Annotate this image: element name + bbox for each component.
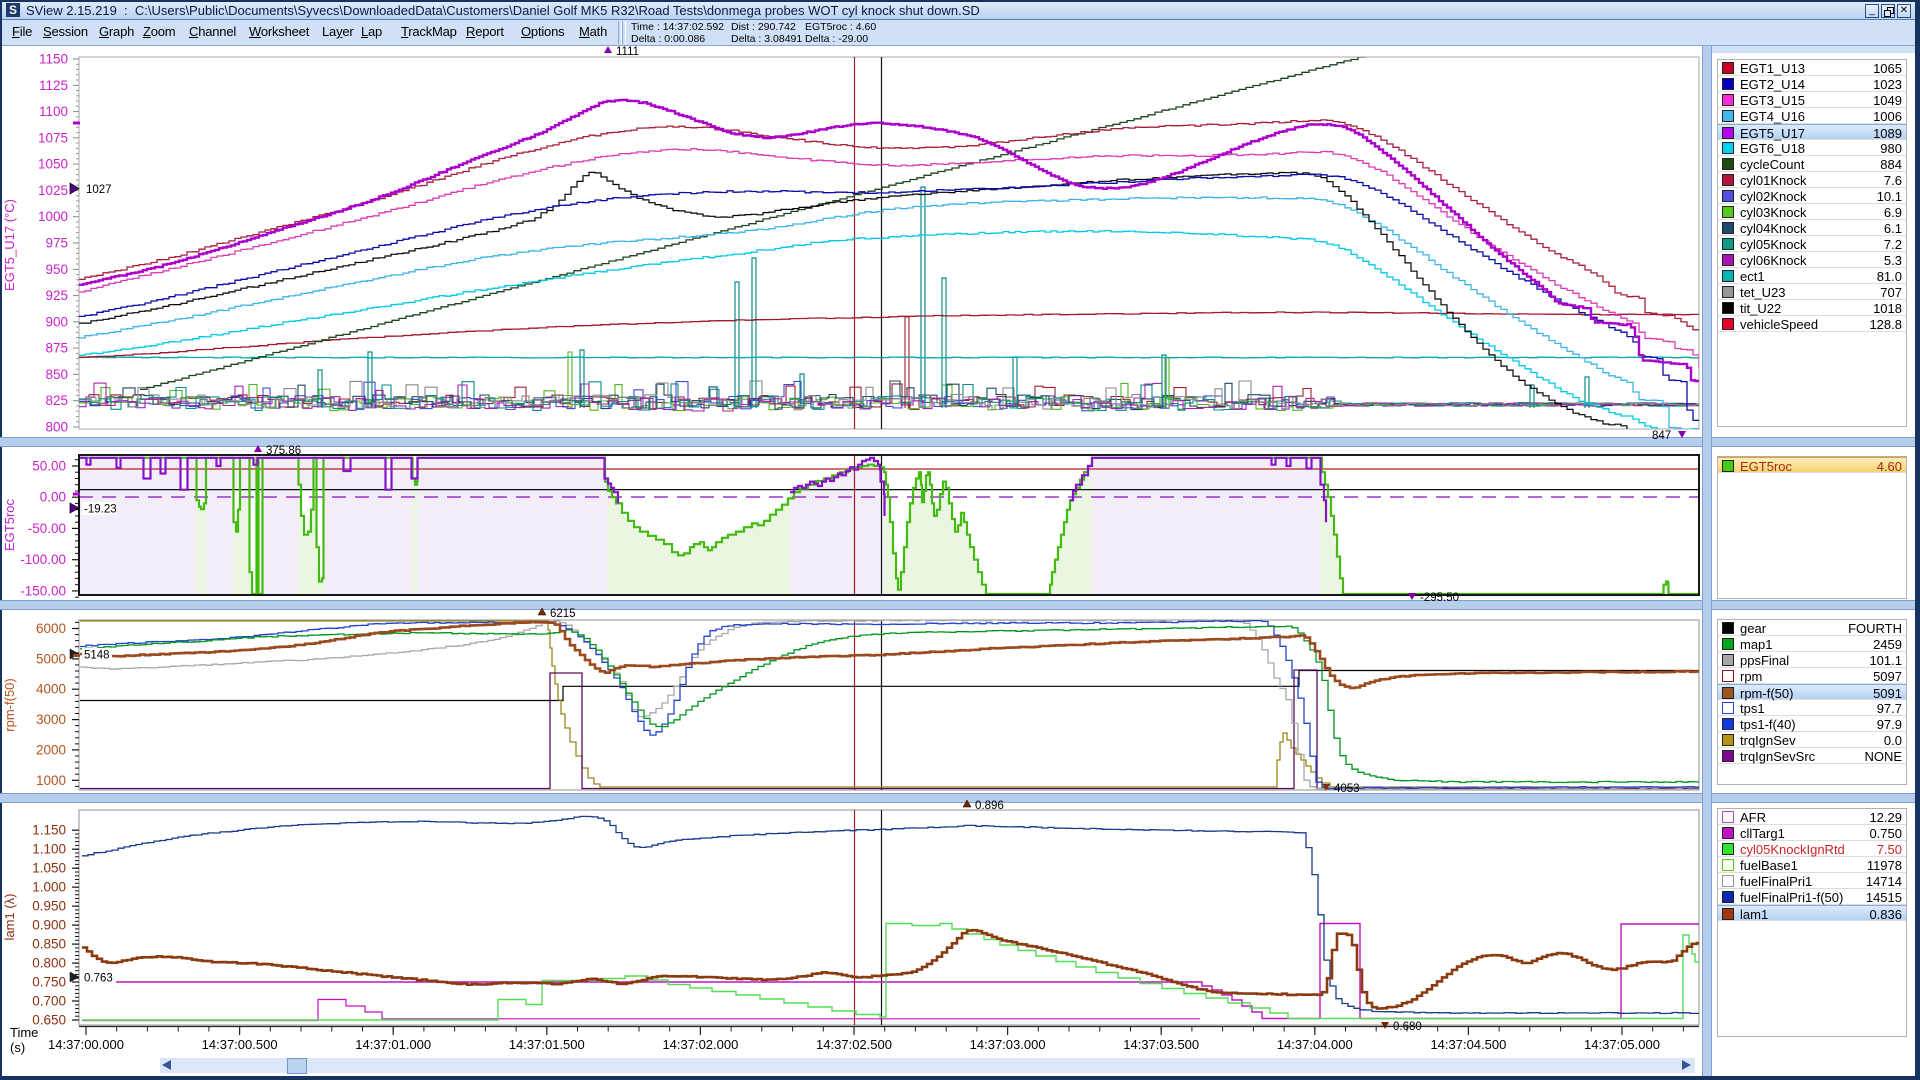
svg-text:0.700: 0.700	[32, 994, 66, 1009]
svg-text:6215: 6215	[550, 608, 576, 620]
svg-text:14:37:04.000: 14:37:04.000	[1277, 1037, 1353, 1052]
svg-text:lam1 (λ): lam1 (λ)	[2, 894, 17, 941]
svg-text:14:37:00.000: 14:37:00.000	[48, 1037, 124, 1052]
svg-text:rpm-f(50): rpm-f(50)	[2, 678, 17, 731]
svg-text:0.896: 0.896	[975, 800, 1004, 812]
svg-text:14:37:03.500: 14:37:03.500	[1123, 1037, 1199, 1052]
svg-text:950: 950	[45, 262, 68, 277]
svg-text:825: 825	[45, 393, 68, 408]
svg-text:14:37:00.500: 14:37:00.500	[202, 1037, 278, 1052]
svg-text:800: 800	[45, 420, 68, 435]
svg-text:1.150: 1.150	[32, 823, 66, 838]
svg-text:1150: 1150	[39, 52, 68, 67]
svg-text:EGT5roc: EGT5roc	[2, 498, 17, 551]
svg-text:1111: 1111	[616, 46, 639, 58]
svg-text:1100: 1100	[39, 104, 68, 119]
svg-text:14:37:02.000: 14:37:02.000	[662, 1037, 738, 1052]
svg-text:0.763: 0.763	[84, 973, 113, 985]
svg-text:0.950: 0.950	[32, 899, 66, 914]
svg-text:4000: 4000	[36, 682, 66, 697]
svg-text:850: 850	[45, 367, 68, 382]
svg-text:1050: 1050	[38, 157, 68, 172]
svg-text:1075: 1075	[38, 130, 68, 145]
svg-text:875: 875	[45, 341, 68, 356]
svg-text:-100.00: -100.00	[20, 552, 66, 567]
svg-text:5148: 5148	[84, 650, 110, 662]
svg-text:925: 925	[45, 288, 68, 303]
svg-text:-295.50: -295.50	[1420, 592, 1459, 604]
svg-text:Time: Time	[10, 1025, 38, 1040]
svg-text:975: 975	[45, 236, 68, 251]
svg-text:14:37:04.500: 14:37:04.500	[1430, 1037, 1506, 1052]
svg-text:0.900: 0.900	[32, 918, 66, 933]
svg-text:14:37:01.500: 14:37:01.500	[509, 1037, 585, 1052]
svg-text:-19.23: -19.23	[84, 504, 117, 516]
svg-text:0.850: 0.850	[32, 937, 66, 952]
svg-text:-150.00: -150.00	[20, 583, 66, 598]
svg-text:0.750: 0.750	[32, 975, 66, 990]
svg-text:1027: 1027	[86, 184, 112, 196]
svg-text:900: 900	[45, 314, 68, 329]
svg-text:847: 847	[1652, 430, 1671, 442]
svg-text:0.00: 0.00	[40, 490, 66, 505]
svg-text:375.86: 375.86	[266, 445, 301, 457]
svg-text:2000: 2000	[36, 742, 66, 757]
svg-text:4053: 4053	[1334, 783, 1360, 795]
svg-text:1125: 1125	[39, 78, 68, 93]
svg-text:1.100: 1.100	[32, 842, 66, 857]
svg-text:50.00: 50.00	[32, 459, 66, 474]
svg-text:14:37:03.000: 14:37:03.000	[970, 1037, 1046, 1052]
svg-text:3000: 3000	[36, 712, 66, 727]
svg-text:14:37:02.500: 14:37:02.500	[816, 1037, 892, 1052]
svg-text:14:37:01.000: 14:37:01.000	[355, 1037, 431, 1052]
svg-text:6000: 6000	[36, 621, 66, 636]
svg-text:1.050: 1.050	[32, 861, 66, 876]
svg-text:0.800: 0.800	[32, 956, 66, 971]
svg-text:EGT5_U17 (°C): EGT5_U17 (°C)	[2, 199, 17, 291]
svg-text:1000: 1000	[38, 209, 68, 224]
svg-text:1.000: 1.000	[32, 880, 66, 895]
svg-text:-50.00: -50.00	[28, 521, 66, 536]
svg-text:5000: 5000	[36, 651, 66, 666]
svg-text:14:37:05.000: 14:37:05.000	[1584, 1037, 1660, 1052]
svg-text:1000: 1000	[36, 773, 66, 788]
svg-text:(s): (s)	[10, 1040, 25, 1055]
svg-text:1025: 1025	[38, 183, 68, 198]
